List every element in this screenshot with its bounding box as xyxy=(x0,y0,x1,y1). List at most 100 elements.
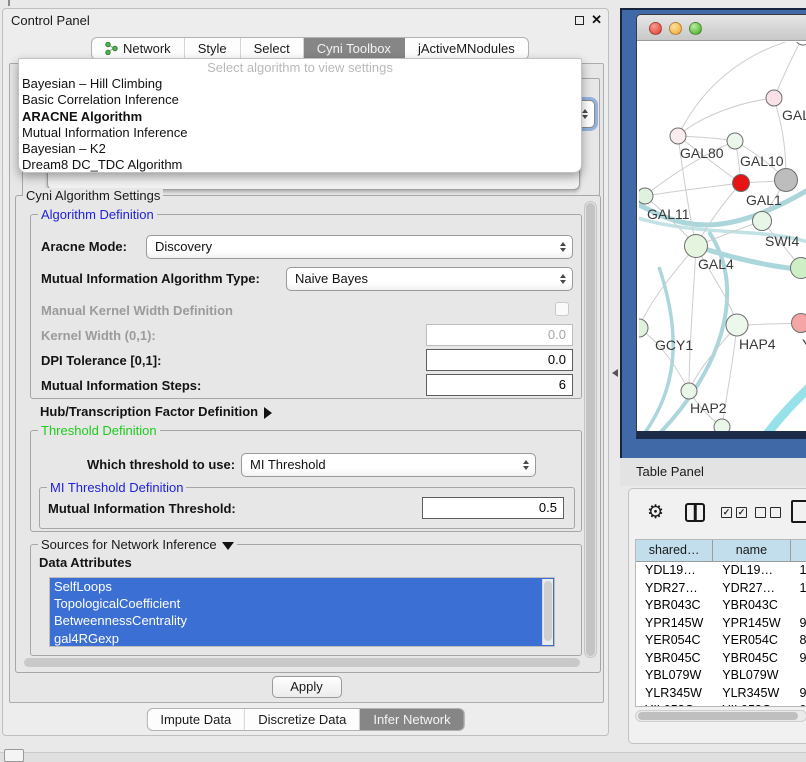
cell: YLR345W xyxy=(636,685,713,703)
algorithm-option[interactable]: Dream8 DC_TDC Algorithm xyxy=(19,157,581,173)
list-item[interactable]: BetweennessCentrality xyxy=(50,612,554,629)
minimize-traffic-icon[interactable] xyxy=(669,22,682,35)
algorithm-option[interactable]: Bayesian – Hill Climbing xyxy=(19,76,581,92)
which-threshold-select[interactable]: MI Threshold xyxy=(241,453,536,477)
algorithm-option[interactable]: Basic Correlation Inference xyxy=(19,92,581,108)
node-gray[interactable] xyxy=(775,169,798,192)
mi-threshold-field[interactable]: 0.5 xyxy=(422,497,564,519)
tab-cyni-toolbox[interactable]: Cyni Toolbox xyxy=(304,38,405,59)
node-label-HAP4: HAP4 xyxy=(739,336,776,352)
cell: YER054C xyxy=(713,632,790,650)
scrollbar-thumb[interactable] xyxy=(544,581,552,641)
settings-horizontal-scrollbar[interactable] xyxy=(24,658,580,667)
hub-definition-toggle[interactable]: Hub/Transcription Factor Definition xyxy=(40,404,272,419)
cell: 12 xyxy=(791,580,806,598)
sources-legend[interactable]: Sources for Network Inference xyxy=(38,537,237,552)
tab-network-label: Network xyxy=(123,41,171,56)
tab-infer-network[interactable]: Infer Network xyxy=(360,709,463,730)
node-label-GAL10: GAL10 xyxy=(740,153,784,169)
column-header[interactable] xyxy=(791,540,806,562)
column-header[interactable]: name xyxy=(713,540,790,562)
checkbox-unchecked-icon[interactable] xyxy=(770,507,781,518)
node-pink-top[interactable] xyxy=(766,90,782,106)
node-salmon[interactable] xyxy=(792,314,806,333)
list-item[interactable]: SelfLoops xyxy=(50,578,554,595)
node-hap2[interactable] xyxy=(681,383,697,399)
kernel-width-field[interactable]: 0.0 xyxy=(426,324,573,346)
node-attribute-table[interactable]: shared… name YDL19…YDL19…13 YDR27…YDR27…… xyxy=(635,539,806,707)
settings-vertical-scrollbar[interactable] xyxy=(584,201,597,658)
column-layout-icon[interactable] xyxy=(685,503,705,522)
tab-network[interactable]: Network xyxy=(92,38,185,59)
table-row[interactable]: YIL052CYIL052C9. xyxy=(636,702,806,707)
node-swi4[interactable] xyxy=(753,212,772,231)
tab-discretize-data[interactable]: Discretize Data xyxy=(245,709,360,730)
checkbox-checked-icon[interactable]: ✓ xyxy=(721,507,732,518)
data-attributes-label: Data Attributes xyxy=(39,555,132,570)
table-row[interactable]: YPR145WYPR145W9. xyxy=(636,615,806,633)
node-gal10[interactable] xyxy=(727,133,743,149)
list-item[interactable]: TopologicalCoefficient xyxy=(50,595,554,612)
checkbox-unchecked-icon[interactable] xyxy=(755,507,766,518)
node-gal1[interactable] xyxy=(733,175,750,192)
tab-style[interactable]: Style xyxy=(185,38,241,59)
popup-placeholder: Select algorithm to view settings xyxy=(19,59,581,76)
tab-jactivemnodules[interactable]: jActiveMNodules xyxy=(405,38,528,59)
combo-spinner-icon xyxy=(582,109,588,119)
aracne-mode-label: Aracne Mode: xyxy=(41,239,127,254)
table-row[interactable]: YBR043CYBR043C xyxy=(636,597,806,615)
table-row[interactable]: YDL19…YDL19…13 xyxy=(636,562,806,580)
bottom-left-button[interactable] xyxy=(4,749,24,762)
list-vertical-scrollbar[interactable] xyxy=(542,579,553,645)
scrollbar-thumb[interactable] xyxy=(586,203,595,656)
node-bottom[interactable] xyxy=(714,419,730,432)
algorithm-option[interactable]: Bayesian – K2 xyxy=(19,141,581,157)
table-row[interactable]: YLR345WYLR345W9. xyxy=(636,685,806,703)
data-attributes-list[interactable]: SelfLoops TopologicalCoefficient Between… xyxy=(49,577,555,647)
table-header-row: shared… name xyxy=(636,540,806,562)
close-icon[interactable]: ✕ xyxy=(591,12,602,28)
node-label-GAL: GAL xyxy=(782,107,806,123)
control-panel-window: Control Panel ✕ Network Style Select Cyn… xyxy=(2,8,609,736)
network-canvas[interactable]: GALGAL80GAL10GAL1GAL11SWI4GAL4GCY1HAP4YH… xyxy=(639,42,806,432)
apply-button[interactable]: Apply xyxy=(272,676,342,698)
table-row[interactable]: YER054CYER054C8. xyxy=(636,632,806,650)
checkbox-checked-icon[interactable]: ✓ xyxy=(736,507,747,518)
network-window-titlebar[interactable] xyxy=(637,15,806,41)
hub-definition-label: Hub/Transcription Factor Definition xyxy=(40,404,258,419)
table-row[interactable]: YDR27…YDR27…12 xyxy=(636,580,806,598)
close-traffic-icon[interactable] xyxy=(649,22,662,35)
node-gal80[interactable] xyxy=(670,128,686,144)
document-icon[interactable] xyxy=(791,500,806,523)
node-green-right[interactable] xyxy=(791,258,806,279)
node-label-GAL80: GAL80 xyxy=(680,145,724,161)
dpi-tolerance-field[interactable]: 0.0 xyxy=(426,349,573,371)
node-label-SWI4: SWI4 xyxy=(765,233,799,249)
network-tab-icon xyxy=(105,42,118,55)
mi-steps-field[interactable]: 6 xyxy=(426,374,573,396)
aracne-mode-select[interactable]: Discovery xyxy=(146,235,573,259)
mi-algorithm-type-select[interactable]: Naive Bayes xyxy=(286,267,573,291)
splitter-collapse-icon[interactable] xyxy=(612,369,618,377)
cell: YLR345W xyxy=(713,685,790,703)
tab-select[interactable]: Select xyxy=(241,38,304,59)
node-hap4[interactable] xyxy=(726,314,748,336)
node-gal4[interactable] xyxy=(685,235,708,258)
tab-impute-data[interactable]: Impute Data xyxy=(147,709,245,730)
table-row[interactable]: YBR045CYBR045C9. xyxy=(636,650,806,668)
column-header[interactable]: shared… xyxy=(636,540,713,562)
zoom-traffic-icon[interactable] xyxy=(689,22,702,35)
table-horizontal-scrollbar[interactable] xyxy=(635,710,806,722)
algorithm-option-selected[interactable]: ARACNE Algorithm xyxy=(19,109,581,125)
threshold-definition-group: Threshold Definition Which threshold to … xyxy=(30,430,582,532)
float-window-icon[interactable] xyxy=(575,16,584,25)
list-item[interactable]: gal4RGexp xyxy=(50,630,554,647)
node-gal11[interactable] xyxy=(639,188,653,204)
table-row[interactable]: YBL079WYBL079W xyxy=(636,667,806,685)
algorithm-option[interactable]: Mutual Information Inference xyxy=(19,125,581,141)
gear-icon[interactable]: ⚙ xyxy=(647,501,664,524)
manual-kernel-width-checkbox[interactable] xyxy=(555,302,569,316)
node-top-partial[interactable] xyxy=(795,42,806,45)
cell xyxy=(791,597,806,615)
scrollbar-thumb[interactable] xyxy=(638,712,798,720)
